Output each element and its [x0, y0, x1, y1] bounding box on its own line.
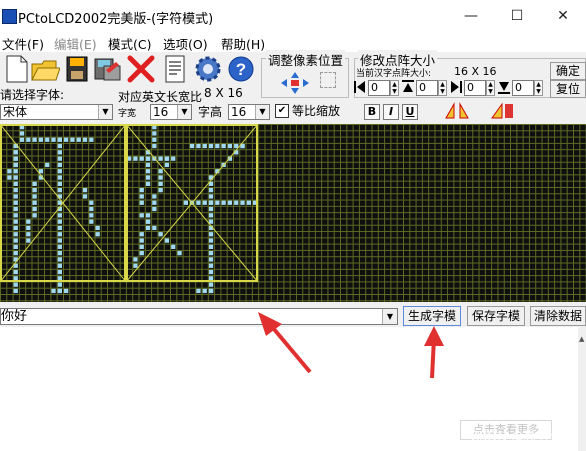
- app-icon: [2, 9, 17, 24]
- vertical-scrollbar[interactable]: ▲: [578, 327, 586, 451]
- font-select[interactable]: 宋体 ▼: [0, 104, 113, 120]
- chevron-down-icon[interactable]: ▼: [98, 105, 112, 119]
- text-input[interactable]: 你好 ▼: [0, 308, 398, 325]
- pixel-reset-icon[interactable]: [320, 72, 336, 88]
- ratio-value: 8 X 16: [204, 86, 243, 100]
- italic-button[interactable]: I: [383, 104, 399, 120]
- spin-bottom-value[interactable]: 0: [512, 80, 534, 96]
- menu-options[interactable]: 选项(O): [163, 34, 208, 53]
- spin-bottom-stepper[interactable]: ▲ ▼: [534, 80, 543, 96]
- menu-edit[interactable]: 编辑(E): [54, 34, 97, 53]
- dot-matrix-current-value: 16 X 16: [454, 65, 497, 78]
- spin-top-stepper[interactable]: ▲ ▼: [438, 80, 447, 96]
- generate-button[interactable]: 生成字模: [403, 306, 461, 326]
- chevron-down-icon[interactable]: ▼: [255, 105, 269, 119]
- height-label: 字高: [198, 105, 223, 119]
- svg-text:?: ?: [236, 60, 246, 79]
- new-file-icon[interactable]: [0, 54, 30, 84]
- mirror-vertical-icon[interactable]: [490, 102, 516, 120]
- menu-help[interactable]: 帮助(H): [221, 34, 265, 53]
- window-title: PCtoLCD2002完美版-(字符模式): [18, 12, 214, 27]
- skip-left-icon[interactable]: [354, 80, 366, 94]
- dot-matrix-current-label: 当前汉字点阵大小:: [356, 69, 432, 79]
- proportional-checkbox[interactable]: ✔: [275, 104, 289, 118]
- width-select[interactable]: 16 ▼: [150, 104, 192, 120]
- skip-right-icon[interactable]: [450, 80, 462, 94]
- proportional-label: 等比缩放: [292, 104, 341, 118]
- menu-mode[interactable]: 模式(C): [108, 34, 151, 53]
- scroll-up-icon[interactable]: ▲: [579, 335, 584, 343]
- font-select-value: 宋体: [3, 105, 28, 119]
- watermark: CSDN @秋野酱: [470, 430, 564, 445]
- chevron-down-icon[interactable]: ▼: [382, 309, 397, 324]
- skip-down-icon[interactable]: [498, 80, 510, 94]
- maximize-button[interactable]: ☐: [494, 0, 540, 32]
- close-button[interactable]: ✕: [540, 0, 586, 32]
- help-icon[interactable]: ?: [226, 54, 256, 84]
- spin-left-value[interactable]: 0: [368, 80, 390, 96]
- adjust-pixel-title: 调整像素位置: [266, 50, 346, 69]
- minimize-button[interactable]: —: [448, 0, 494, 32]
- height-select-value: 16: [231, 105, 247, 119]
- reset-button[interactable]: 复位: [550, 80, 586, 98]
- ratio-caption: 对应英文长宽比: [118, 90, 203, 104]
- spin-right-value[interactable]: 0: [464, 80, 486, 96]
- settings-gear-icon[interactable]: [193, 54, 223, 84]
- menu-file[interactable]: 文件(F): [2, 34, 44, 53]
- delete-icon[interactable]: [126, 54, 156, 84]
- confirm-button[interactable]: 确定: [550, 62, 586, 80]
- dot-matrix-canvas[interactable]: [0, 124, 586, 302]
- open-folder-icon[interactable]: [30, 54, 60, 84]
- chevron-down-icon[interactable]: ▼: [177, 105, 191, 119]
- mirror-horizontal-icon[interactable]: [444, 102, 470, 120]
- clear-data-button[interactable]: 清除数据: [530, 306, 586, 326]
- save-font-button[interactable]: 保存字模: [467, 306, 525, 326]
- skip-up-icon[interactable]: [402, 80, 414, 94]
- menu-bar: 文件(F) 编辑(E) 模式(C) 选项(O) 帮助(H): [0, 32, 586, 52]
- character-preview: [0, 124, 259, 294]
- save-icon[interactable]: [62, 54, 92, 84]
- bold-button[interactable]: B: [364, 104, 380, 120]
- spin-top-value[interactable]: 0: [416, 80, 438, 96]
- save-as-icon[interactable]: [92, 54, 122, 84]
- underline-button[interactable]: U: [402, 104, 418, 120]
- width-label: 字宽: [118, 109, 137, 119]
- font-select-label: 请选择字体:: [0, 88, 65, 102]
- width-select-value: 16: [153, 105, 169, 119]
- height-select[interactable]: 16 ▼: [228, 104, 270, 120]
- text-input-value: 你好: [1, 309, 28, 324]
- title-bar: PCtoLCD2002完美版-(字符模式) — ☐ ✕: [0, 0, 586, 32]
- notepad-icon[interactable]: [160, 54, 190, 84]
- spin-left-stepper[interactable]: ▲ ▼: [390, 80, 399, 96]
- spin-right-stepper[interactable]: ▲ ▼: [486, 80, 495, 96]
- pixel-move-arrows-icon[interactable]: [275, 70, 317, 96]
